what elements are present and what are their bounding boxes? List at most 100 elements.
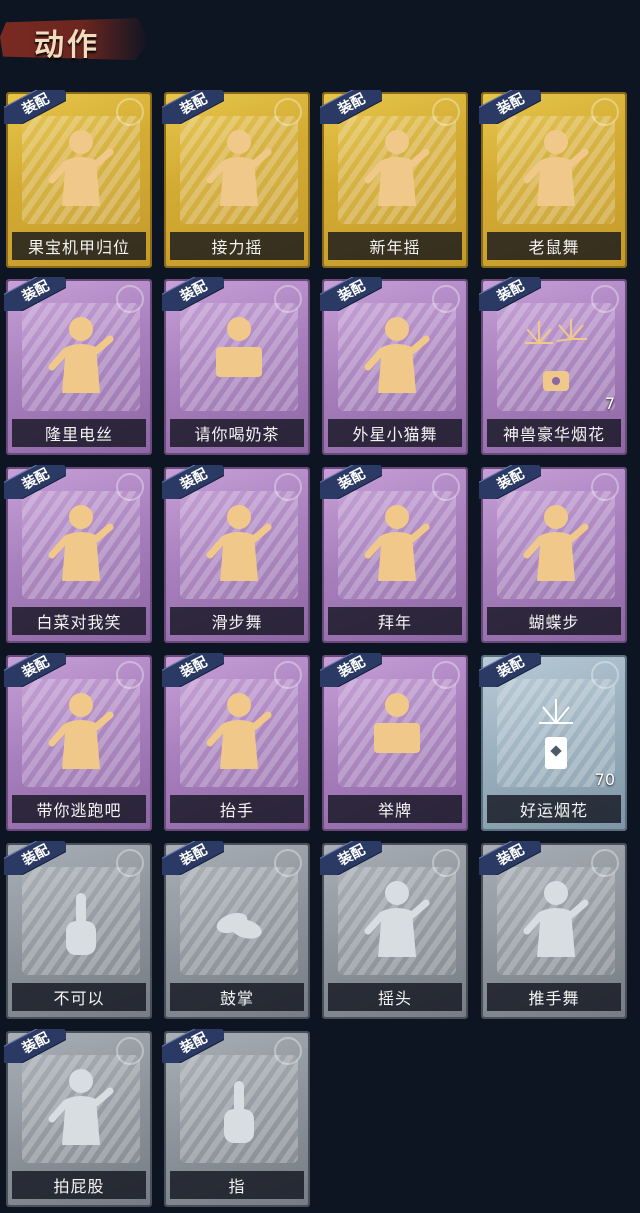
emote-card[interactable]: 白菜对我笑 装配 [4,465,152,643]
dance-figure-icon [362,126,432,216]
equip-tag[interactable]: 装配 [162,90,224,124]
equip-tag[interactable]: 装配 [320,277,382,311]
emote-name: 果宝机甲归位 [12,232,146,260]
item-count: 70 [594,770,615,789]
emote-card[interactable]: 推手舞 装配 [479,841,627,1019]
equip-tag[interactable]: 装配 [320,465,382,499]
emote-name: 隆里电丝 [12,419,146,447]
emote-card[interactable]: 蝴蝶步 装配 [479,465,627,643]
emote-name: 好运烟花 [487,795,621,823]
equip-label: 装配 [494,90,528,119]
equip-label: 装配 [177,277,211,306]
equip-label: 装配 [177,1029,211,1058]
emote-card[interactable]: 70 好运烟花 装配 [479,653,627,831]
equip-tag[interactable]: 装配 [479,90,541,124]
ornament-icon [274,849,302,877]
emote-card[interactable]: 请你喝奶茶 装配 [162,277,310,455]
ornament-icon [116,1037,144,1065]
equip-label: 装配 [494,465,528,494]
equip-tag[interactable]: 装配 [4,90,66,124]
emote-name: 不可以 [12,983,146,1011]
equip-tag[interactable]: 装配 [4,653,66,687]
emote-name: 举牌 [328,795,462,823]
equip-tag[interactable]: 装配 [4,1029,66,1063]
emote-card[interactable]: 接力摇 装配 [162,90,310,268]
emote-card[interactable]: 老鼠舞 装配 [479,90,627,268]
emote-card[interactable]: 隆里电丝 装配 [4,277,152,455]
ornament-icon [432,98,460,126]
ornament-icon [432,849,460,877]
firecracker-icon [521,689,591,779]
emote-card[interactable]: 外星小猫舞 装配 [320,277,468,455]
emote-name: 蝴蝶步 [487,607,621,635]
ornament-icon [116,473,144,501]
emote-name: 滑步舞 [170,607,304,635]
clapping-hands-icon [204,877,274,967]
emote-name: 白菜对我笑 [12,607,146,635]
emote-card[interactable]: 鼓掌 装配 [162,841,310,1019]
equip-label: 装配 [335,90,369,119]
dance-figure-icon [46,313,116,403]
equip-tag[interactable]: 装配 [162,465,224,499]
equip-tag[interactable]: 装配 [162,277,224,311]
ornament-icon [116,849,144,877]
emote-card[interactable]: 新年摇 装配 [320,90,468,268]
item-count: 7 [604,394,615,413]
equip-tag[interactable]: 装配 [479,841,541,875]
equip-tag[interactable]: 装配 [4,277,66,311]
equip-tag[interactable]: 装配 [162,841,224,875]
ornament-icon [591,473,619,501]
equip-tag[interactable]: 装配 [320,841,382,875]
emote-card[interactable]: 不可以 装配 [4,841,152,1019]
raise-hand-figure-icon [204,689,274,779]
equip-label: 装配 [19,1029,53,1058]
emote-card[interactable]: 7 神兽豪华烟花 装配 [479,277,627,455]
equip-label: 装配 [494,653,528,682]
emote-name: 推手舞 [487,983,621,1011]
emote-card[interactable]: 滑步舞 装配 [162,465,310,643]
equip-label: 装配 [177,90,211,119]
emote-card[interactable]: 摇头 装配 [320,841,468,1019]
equip-label: 装配 [19,653,53,682]
emote-card[interactable]: 果宝机甲归位 装配 [4,90,152,268]
ornament-icon [591,98,619,126]
ornament-icon [274,285,302,313]
ornament-icon [116,661,144,689]
ornament-icon [432,285,460,313]
ornament-icon [116,98,144,126]
equip-tag[interactable]: 装配 [320,653,382,687]
dance-figure-icon [521,501,591,591]
equip-label: 装配 [19,277,53,306]
equip-tag[interactable]: 装配 [479,465,541,499]
emote-card[interactable]: 拍屁股 装配 [4,1029,152,1207]
emote-card[interactable]: 抬手 装配 [162,653,310,831]
equip-tag[interactable]: 装配 [479,653,541,687]
emote-card[interactable]: 举牌 装配 [320,653,468,831]
emote-grid: 果宝机甲归位 装配 接力摇 装配 新年摇 装配 老鼠舞 装配 隆里电丝 装配 请你喝奶茶装… [0,0,640,1213]
pointing-hand-icon [204,1065,274,1155]
emote-name: 外星小猫舞 [328,419,462,447]
dance-figure-icon [46,689,116,779]
equip-tag[interactable]: 装配 [4,841,66,875]
ornament-icon [274,661,302,689]
emote-card[interactable]: 带你逃跑吧 装配 [4,653,152,831]
equip-label: 装配 [19,465,53,494]
equip-tag[interactable]: 装配 [479,277,541,311]
emote-card[interactable]: 指 装配 [162,1029,310,1207]
equip-tag[interactable]: 装配 [4,465,66,499]
fireworks-icon [521,313,591,403]
equip-tag[interactable]: 装配 [162,653,224,687]
emote-name: 老鼠舞 [487,232,621,260]
dance-figure-icon [46,501,116,591]
emote-name: 接力摇 [170,232,304,260]
emote-name: 带你逃跑吧 [12,795,146,823]
emote-name: 指 [170,1171,304,1199]
ornament-icon [591,285,619,313]
equip-label: 装配 [335,653,369,682]
emote-card[interactable]: 拜年 装配 [320,465,468,643]
emote-name: 抬手 [170,795,304,823]
equip-tag[interactable]: 装配 [320,90,382,124]
equip-tag[interactable]: 装配 [162,1029,224,1063]
finger-wag-icon [46,877,116,967]
equip-label: 装配 [494,841,528,870]
